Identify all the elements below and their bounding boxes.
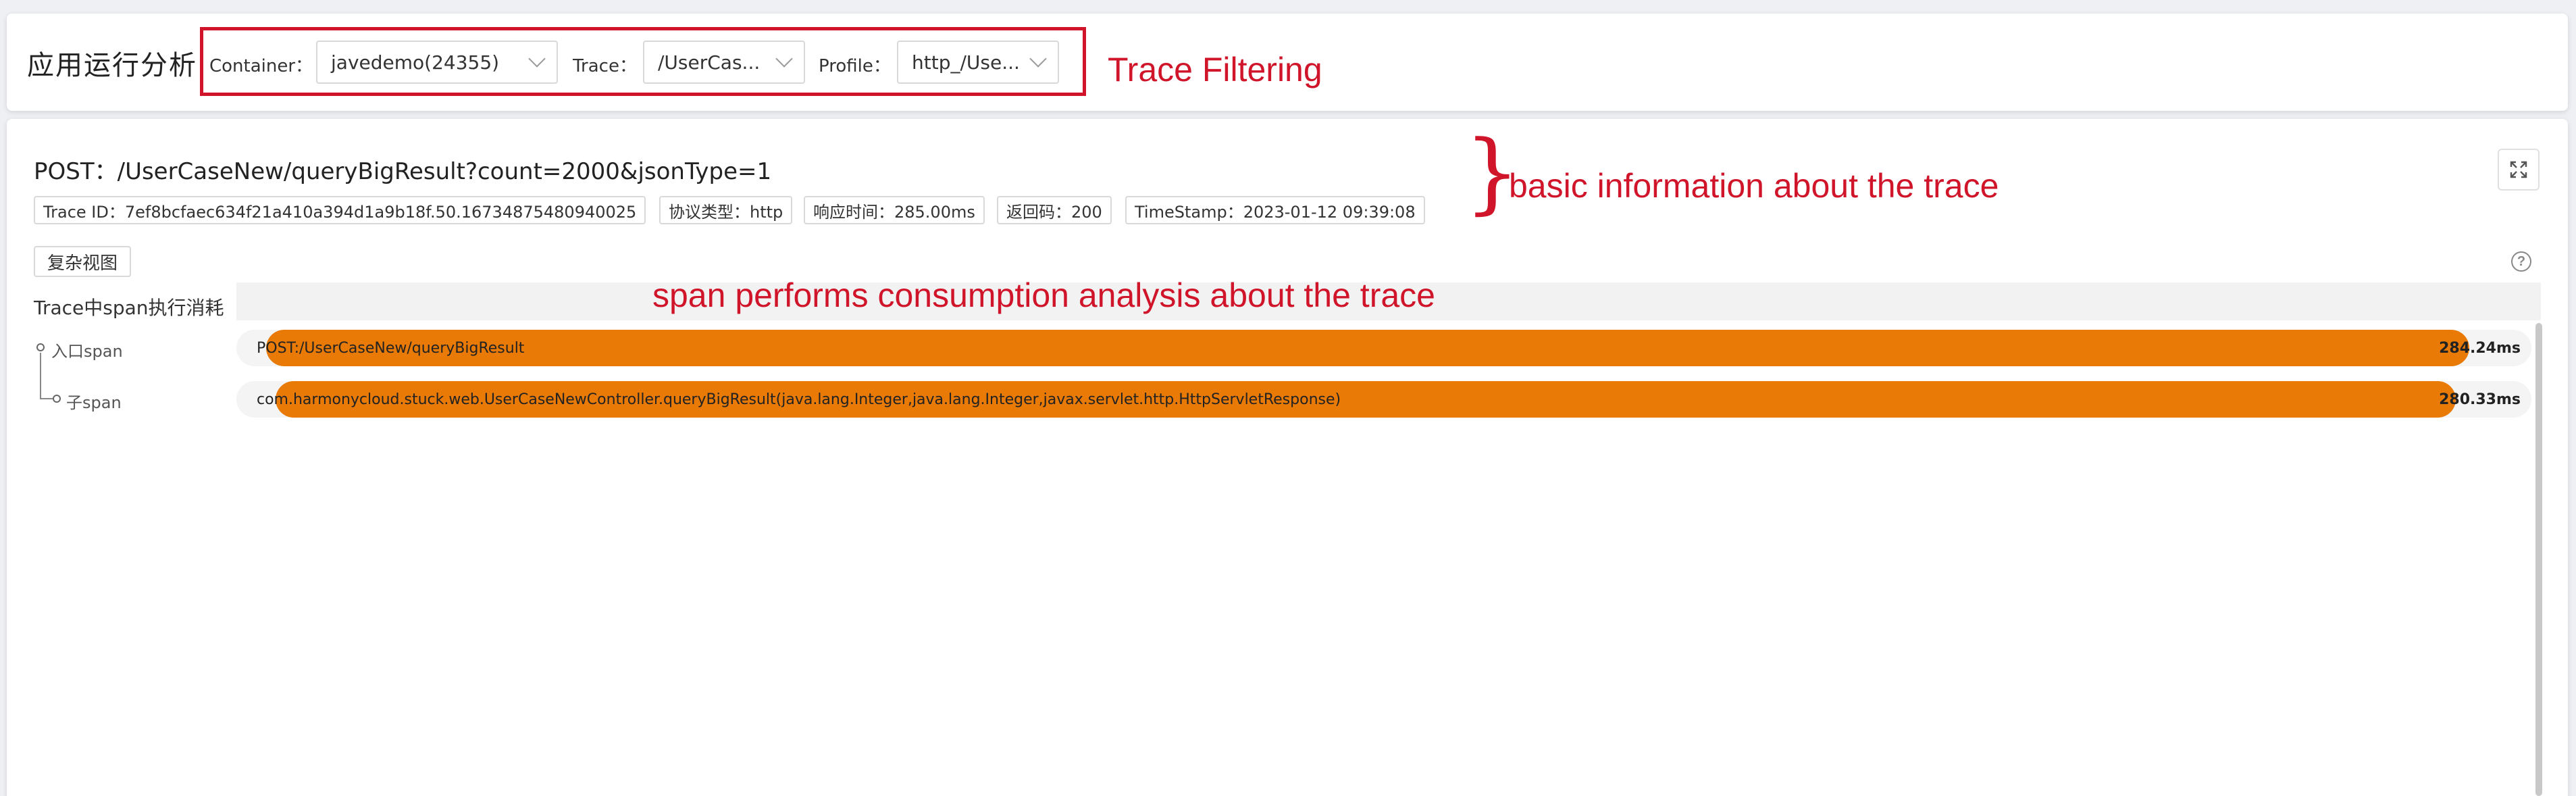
span-name-child: com.harmonycloud.stuck.web.UserCaseNewCo… (257, 391, 1341, 408)
container-select-value: javedemo(24355) (331, 51, 500, 74)
tree-node-icon (36, 343, 45, 351)
profile-select[interactable]: http_/Use... (897, 41, 1059, 84)
trace-title: POST：/UserCaseNew/queryBigResult?count=2… (34, 158, 772, 185)
protocol-tag: 协议类型：http (659, 196, 793, 224)
chevron-down-icon (1029, 50, 1047, 68)
span-duration-child: 280.33ms (2439, 391, 2521, 408)
tree-child-span[interactable]: 子span (66, 389, 122, 413)
response-time-tag: 响应时间：285.00ms (804, 196, 985, 224)
profile-select-value: http_/Use... (912, 51, 1020, 74)
trace-label: Trace： (573, 56, 637, 76)
chevron-down-icon (775, 50, 793, 68)
span-bar-entry[interactable] (266, 330, 2470, 366)
annotation-trace-filtering: Trace Filtering (1108, 51, 1322, 89)
expand-icon (2510, 161, 2527, 178)
vertical-scrollbar[interactable] (2535, 323, 2542, 796)
trace-select-value: /UserCas... (658, 51, 761, 74)
trace-id-tag: Trace ID：7ef8bcfaec634f21a410a394d1a9b18… (34, 196, 646, 224)
return-code-tag: 返回码：200 (997, 196, 1112, 224)
chevron-down-icon (528, 50, 546, 68)
help-icon[interactable]: ? (2511, 251, 2531, 272)
profile-label: Profile： (819, 56, 891, 76)
annotation-span-analysis: span performs consumption analysis about… (652, 276, 1435, 314)
complex-view-button[interactable]: 复杂视图 (34, 246, 131, 277)
span-duration-entry: 284.24ms (2439, 340, 2521, 357)
fullscreen-button[interactable] (2498, 149, 2540, 191)
span-name-entry: POST:/UserCaseNew/queryBigResult (257, 340, 525, 357)
tree-entry-span[interactable]: 入口span (51, 338, 123, 362)
tree-node-icon (53, 395, 61, 403)
page-title: 应用运行分析 (27, 50, 197, 81)
tree-connector (40, 353, 55, 399)
span-chart-title: Trace中span执行消耗 (34, 297, 224, 319)
container-label: Container： (209, 56, 313, 76)
trace-select[interactable]: /UserCas... (643, 41, 805, 84)
container-select[interactable]: javedemo(24355) (316, 41, 558, 84)
timestamp-tag: TimeStamp：2023-01-12 09:39:08 (1125, 196, 1425, 224)
annotation-basic-info: basic information about the trace (1509, 167, 1999, 205)
